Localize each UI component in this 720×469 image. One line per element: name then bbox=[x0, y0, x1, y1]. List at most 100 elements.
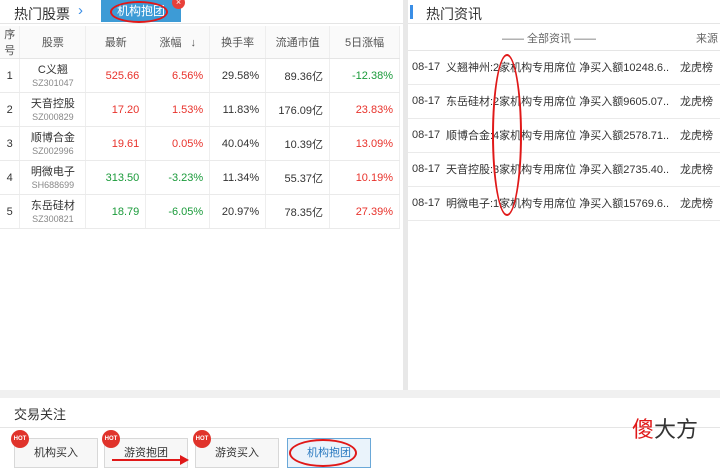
stock-cell[interactable]: 明微电子 SH688699 bbox=[19, 160, 87, 195]
cap-cell: 78.35亿 bbox=[265, 194, 331, 229]
news-row[interactable]: 08-17 义翘神州:2家机构专用席位 净买入额10248.6... 龙虎榜 bbox=[408, 50, 720, 85]
news-source: 龙虎榜 bbox=[670, 152, 720, 187]
news-row[interactable]: 08-17 东岳硅材:2家机构专用席位 净买入额9605.07... 龙虎榜 bbox=[408, 84, 720, 119]
news-headline: 东岳硅材:2家机构专用席位 净买入额9605.07... bbox=[446, 96, 670, 108]
hot-news-panel: 热门资讯 —— 全部资讯 —— 来源 08-17 义翘神州:2家机构专用席位 净买… bbox=[408, 0, 720, 390]
watermark-text: 大方 bbox=[654, 417, 699, 442]
table-row[interactable]: 2 天音控股 SZ000829 17.20 1.53% 11.83% 176.09亿 23.8… bbox=[0, 92, 400, 127]
accent-bar bbox=[410, 5, 413, 19]
stock-code: SZ300821 bbox=[32, 213, 74, 224]
chevron-right-icon: › bbox=[78, 2, 83, 19]
hot-stocks-tabbar: 热门股票 › 机构抱团 × bbox=[0, 0, 403, 24]
change-cell: -3.23% bbox=[145, 160, 211, 195]
trading-focus-title: 交易关注 bbox=[14, 407, 67, 422]
change-cell: 6.56% bbox=[145, 58, 211, 93]
stock-name: 东岳硅材 bbox=[30, 199, 75, 212]
row-number: 1 bbox=[0, 58, 21, 93]
five-day-cell: 10.19% bbox=[329, 160, 400, 195]
news-row[interactable]: 08-17 顺博合金:4家机构专用席位 净买入额2578.71... 龙虎榜 bbox=[408, 118, 720, 153]
table-header-row: 序号 股票 最新 涨幅 ↓ 换手率 流通市值 5日涨幅 bbox=[0, 26, 400, 59]
sort-down-icon: ↓ bbox=[190, 37, 197, 49]
turnover-cell: 29.58% bbox=[209, 58, 267, 93]
stock-name: C义翘 bbox=[37, 63, 68, 76]
cap-cell: 89.36亿 bbox=[265, 58, 331, 93]
news-headline: 明微电子:1家机构专用席位 净买入额15769.6... bbox=[446, 198, 670, 210]
divider bbox=[0, 427, 720, 428]
table-row[interactable]: 3 顺博合金 SZ002996 19.61 0.05% 40.04% 10.39亿 13.09… bbox=[0, 126, 400, 161]
news-source: 龙虎榜 bbox=[670, 186, 720, 221]
watermark-logo: 傻大方 bbox=[632, 412, 698, 444]
stock-code: SZ000829 bbox=[32, 111, 74, 122]
news-headline-link[interactable]: 义翘神州:2家机构专用席位 净买入额10248.6... bbox=[444, 50, 670, 85]
annotation-ellipse-news bbox=[492, 54, 522, 216]
news-row[interactable]: 08-17 天音控股:3家机构专用席位 净买入额2735.40... 龙虎榜 bbox=[408, 152, 720, 187]
hot-news-header: 热门资讯 bbox=[408, 0, 720, 24]
table-row[interactable]: 4 明微电子 SH688699 313.50 -3.23% 11.34% 55.37亿 10.… bbox=[0, 160, 400, 195]
news-header-row: —— 全部资讯 —— 来源 bbox=[408, 26, 720, 51]
app-root: 热门股票 › 机构抱团 × 序号 股票 最新 涨幅 ↓ 换手率 流通市值 5日涨… bbox=[0, 0, 720, 469]
news-table: —— 全部资讯 —— 来源 08-17 义翘神州:2家机构专用席位 净买入额102… bbox=[408, 26, 720, 221]
column-header[interactable]: 最新 bbox=[85, 26, 147, 59]
watermark-char: 傻 bbox=[632, 417, 655, 442]
table-row[interactable]: 1 C义翘 SZ301047 525.66 6.56% 29.58% 89.36亿 -12.3… bbox=[0, 58, 400, 93]
change-cell: -6.05% bbox=[145, 194, 211, 229]
cap-cell: 55.37亿 bbox=[265, 160, 331, 195]
news-date: 08-17 bbox=[408, 50, 444, 85]
stocks-table: 序号 股票 最新 涨幅 ↓ 换手率 流通市值 5日涨幅 1 C义翘 SZ301047… bbox=[0, 26, 400, 229]
stock-cell[interactable]: C义翘 SZ301047 bbox=[19, 58, 87, 93]
column-header[interactable]: 换手率 bbox=[209, 26, 267, 59]
price-cell: 525.66 bbox=[85, 58, 147, 93]
column-header[interactable]: 股票 bbox=[19, 26, 87, 59]
stock-cell[interactable]: 东岳硅材 SZ300821 bbox=[19, 194, 87, 229]
hot-news-title: 热门资讯 bbox=[426, 6, 482, 22]
row-number: 3 bbox=[0, 126, 21, 161]
news-headline-link[interactable]: 天音控股:3家机构专用席位 净买入额2735.40... bbox=[444, 152, 670, 187]
news-date: 08-17 bbox=[408, 118, 444, 153]
news-source: 龙虎榜 bbox=[670, 50, 720, 85]
stock-name: 明微电子 bbox=[30, 165, 75, 178]
trading-focus-panel: 交易关注 机构买入 HOT 游资抱团 HOT 游资买入 HOT 机构抱团 bbox=[0, 398, 720, 469]
column-header[interactable]: 序号 bbox=[0, 26, 21, 59]
news-source: 龙虎榜 bbox=[670, 118, 720, 153]
hot-stocks-title[interactable]: 热门股票 bbox=[14, 4, 70, 24]
news-headline-link[interactable]: 明微电子:1家机构专用席位 净买入额15769.6... bbox=[444, 186, 670, 221]
news-date: 08-17 bbox=[408, 186, 444, 221]
turnover-cell: 20.97% bbox=[209, 194, 267, 229]
news-date: 08-17 bbox=[408, 152, 444, 187]
close-icon[interactable]: × bbox=[172, 0, 185, 9]
news-date: 08-17 bbox=[408, 84, 444, 119]
price-cell: 313.50 bbox=[85, 160, 147, 195]
news-headline: 顺博合金:4家机构专用席位 净买入额2578.71... bbox=[446, 130, 670, 142]
news-row[interactable]: 08-17 明微电子:1家机构专用席位 净买入额15769.6... 龙虎榜 bbox=[408, 186, 720, 221]
news-headline-link[interactable]: 顺博合金:4家机构专用席位 净买入额2578.71... bbox=[444, 118, 670, 153]
price-cell: 17.20 bbox=[85, 92, 147, 127]
source-header: 来源 bbox=[670, 26, 720, 51]
stock-code: SZ002996 bbox=[32, 145, 74, 156]
five-day-cell: 23.83% bbox=[329, 92, 400, 127]
table-row[interactable]: 5 东岳硅材 SZ300821 18.79 -6.05% 20.97% 78.35亿 27.3… bbox=[0, 194, 400, 229]
five-day-cell: 13.09% bbox=[329, 126, 400, 161]
hot-badge-icon: HOT bbox=[102, 430, 120, 448]
news-filter[interactable]: —— 全部资讯 —— bbox=[408, 26, 670, 51]
stock-cell[interactable]: 顺博合金 SZ002996 bbox=[19, 126, 87, 161]
price-cell: 18.79 bbox=[85, 194, 147, 229]
stock-name: 顺博合金 bbox=[30, 131, 75, 144]
annotation-circle-button bbox=[289, 439, 357, 467]
cap-cell: 176.09亿 bbox=[265, 92, 331, 127]
turnover-cell: 40.04% bbox=[209, 126, 267, 161]
cap-cell: 10.39亿 bbox=[265, 126, 331, 161]
turnover-cell: 11.34% bbox=[209, 160, 267, 195]
row-number: 4 bbox=[0, 160, 21, 195]
annotation-arrow-head-icon bbox=[180, 455, 189, 465]
stock-cell[interactable]: 天音控股 SZ000829 bbox=[19, 92, 87, 127]
annotation-circle-tab bbox=[110, 1, 168, 23]
row-number: 5 bbox=[0, 194, 21, 229]
column-header[interactable]: 5日涨幅 bbox=[329, 26, 400, 59]
news-headline-link[interactable]: 东岳硅材:2家机构专用席位 净买入额9605.07... bbox=[444, 84, 670, 119]
change-cell: 1.53% bbox=[145, 92, 211, 127]
hot-badge-icon: HOT bbox=[193, 430, 211, 448]
price-cell: 19.61 bbox=[85, 126, 147, 161]
news-headline: 义翘神州:2家机构专用席位 净买入额10248.6... bbox=[446, 62, 670, 74]
column-header-change[interactable]: 涨幅 ↓ bbox=[145, 26, 211, 59]
column-header[interactable]: 流通市值 bbox=[265, 26, 331, 59]
